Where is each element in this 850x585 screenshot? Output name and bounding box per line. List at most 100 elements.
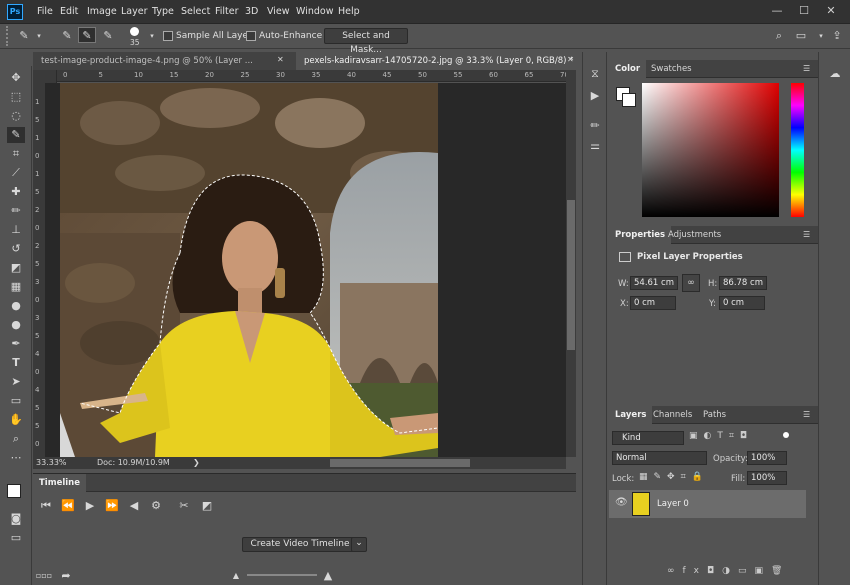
foreground-color-swatch[interactable] (7, 484, 21, 498)
actions-play-icon[interactable]: ▶ (586, 88, 604, 104)
visibility-eye-icon[interactable]: 👁 (615, 497, 628, 508)
lock-icons[interactable]: ▦✎✥⌗🔒 (639, 472, 729, 486)
hand-tool-icon[interactable]: ✋ (7, 412, 25, 428)
blur-tool-icon[interactable]: ● (7, 298, 25, 314)
brush-preview-icon[interactable] (130, 27, 139, 36)
subtract-from-selection-icon[interactable]: ✎ (99, 28, 117, 44)
maximize-button[interactable]: ☐ (791, 2, 817, 20)
tab-paths[interactable]: Paths (697, 406, 732, 424)
menu-edit[interactable]: Edit (60, 6, 78, 17)
minimize-button[interactable]: — (764, 2, 790, 20)
brush-dropdown-icon[interactable]: ▾ (143, 28, 161, 44)
vertical-scroll-thumb[interactable] (567, 200, 575, 350)
tab-swatches[interactable]: Swatches (645, 60, 698, 78)
horizontal-scroll-thumb[interactable] (330, 459, 470, 467)
adjust-sliders-icon[interactable]: ⚌ (586, 138, 604, 154)
play-icon[interactable]: ▶ (81, 498, 99, 514)
layer-row[interactable]: 👁 Layer 0 (609, 490, 806, 518)
pen-tool-icon[interactable]: ✒ (7, 336, 25, 352)
layer-filter-kind[interactable]: Kind (612, 431, 684, 445)
next-frame-icon[interactable]: ⏩ (103, 498, 121, 514)
marquee-tool-icon[interactable]: ⬚ (7, 89, 25, 105)
panel-menu-icon[interactable]: ☰ (803, 230, 810, 239)
first-frame-icon[interactable]: ⏮ (37, 498, 55, 514)
link-dimensions-icon[interactable]: ∞ (682, 274, 700, 292)
blend-mode-select[interactable]: Normal (612, 451, 707, 465)
creative-cloud-libraries-icon[interactable]: ☁ (826, 66, 844, 82)
quick-mask-icon[interactable]: ◙ (7, 511, 25, 527)
color-bg-swatch[interactable] (622, 93, 636, 107)
path-selection-icon[interactable]: ➤ (7, 374, 25, 390)
panel-menu-icon[interactable]: ☰ (803, 64, 810, 73)
opacity-field[interactable]: 100% (747, 451, 787, 465)
type-tool-icon[interactable]: T (7, 355, 25, 371)
render-arrow-icon[interactable]: ➦ (57, 568, 75, 584)
create-video-timeline-button[interactable]: Create Video Timeline (242, 537, 358, 552)
crop-tool-icon[interactable]: ⌗ (7, 146, 25, 162)
menu-3d[interactable]: 3D (245, 6, 258, 17)
new-selection-icon[interactable]: ✎ (58, 28, 76, 44)
zoom-out-mountain-icon[interactable]: ▲ (227, 568, 245, 584)
tab-pexels-image[interactable]: pexels-kadiravsarr-14705720-2.jpg @ 33.3… (296, 52, 596, 70)
transition-icon[interactable]: ◩ (198, 498, 216, 514)
timeline-dropdown-icon[interactable]: ⌄ (351, 537, 367, 552)
move-tool-icon[interactable]: ✥ (7, 70, 25, 86)
split-scissors-icon[interactable]: ✂ (175, 498, 193, 514)
close-tab-icon[interactable]: ✕ (277, 55, 284, 64)
brush-settings-icon[interactable]: ✏ (586, 118, 604, 134)
filter-toggle-icon[interactable] (783, 432, 789, 438)
brush-tool-icon[interactable]: ✏ (7, 203, 25, 219)
fill-field[interactable]: 100% (747, 471, 787, 485)
menu-select[interactable]: Select (181, 6, 210, 17)
x-field[interactable]: 0 cm (630, 296, 676, 310)
lasso-tool-icon[interactable]: ◌ (7, 108, 25, 124)
healing-brush-icon[interactable]: ✚ (7, 184, 25, 200)
vertical-scrollbar[interactable] (566, 70, 576, 457)
tab-color[interactable]: Color (609, 60, 647, 78)
menu-window[interactable]: Window (296, 6, 333, 17)
rectangle-tool-icon[interactable]: ▭ (7, 393, 25, 409)
hue-slider[interactable] (791, 83, 804, 217)
menu-filter[interactable]: Filter (215, 6, 239, 17)
settings-gear-icon[interactable]: ⚙ (147, 498, 165, 514)
tab-product-image[interactable]: test-image-product-image-4.png @ 50% (La… (33, 52, 263, 70)
eyedropper-tool-icon[interactable]: ⟋ (7, 165, 25, 181)
tab-channels[interactable]: Channels (647, 406, 698, 424)
close-tab-icon[interactable]: ✕ (567, 55, 574, 64)
menu-image[interactable]: Image (87, 6, 117, 17)
tab-timeline[interactable]: Timeline (33, 474, 86, 492)
clone-stamp-icon[interactable]: ⊥ (7, 222, 25, 238)
menu-help[interactable]: Help (338, 6, 360, 17)
horizontal-scrollbar[interactable] (230, 457, 566, 469)
chevron-down-icon[interactable]: ▾ (30, 28, 48, 44)
search-icon[interactable]: ⌕ (770, 28, 788, 44)
menu-file[interactable]: File (37, 6, 53, 17)
auto-enhance-checkbox[interactable] (246, 31, 256, 41)
select-and-mask-button[interactable]: Select and Mask... (324, 28, 408, 55)
eraser-tool-icon[interactable]: ◩ (7, 260, 25, 276)
history-panel-icon[interactable]: ⧖ (586, 66, 604, 82)
menu-type[interactable]: Type (152, 6, 174, 17)
menu-layer[interactable]: Layer (121, 6, 148, 17)
frame-mode-icon[interactable]: ▫▫▫ (35, 568, 53, 584)
share-icon[interactable]: ⇪ (828, 28, 846, 44)
workspace-icon[interactable]: ▭ (792, 28, 810, 44)
zoom-in-mountain-icon[interactable]: ▲ (319, 568, 337, 584)
dodge-tool-icon[interactable]: ● (7, 317, 25, 333)
zoom-level[interactable]: 33.33% (36, 458, 67, 467)
width-field[interactable]: 54.61 cm (630, 276, 678, 290)
history-brush-icon[interactable]: ↺ (7, 241, 25, 257)
panel-menu-icon[interactable]: ☰ (803, 410, 810, 419)
layer-actions-bar[interactable]: ∞fx◘◑▭▣🗑 (667, 566, 807, 580)
layer-name[interactable]: Layer 0 (657, 499, 689, 509)
quick-selection-tool-icon[interactable]: ✎ (7, 127, 25, 143)
gradient-tool-icon[interactable]: ▦ (7, 279, 25, 295)
y-field[interactable]: 0 cm (719, 296, 765, 310)
document-image[interactable] (60, 83, 438, 457)
zoom-tool-icon[interactable]: ⌕ (7, 431, 25, 447)
audio-icon[interactable]: ◀ (125, 498, 143, 514)
sample-all-layers-checkbox[interactable] (163, 31, 173, 41)
layer-filter-icons[interactable]: ▣◐T⌗◘ (689, 431, 789, 445)
height-field[interactable]: 86.78 cm (719, 276, 767, 290)
color-picker-field[interactable] (642, 83, 779, 217)
